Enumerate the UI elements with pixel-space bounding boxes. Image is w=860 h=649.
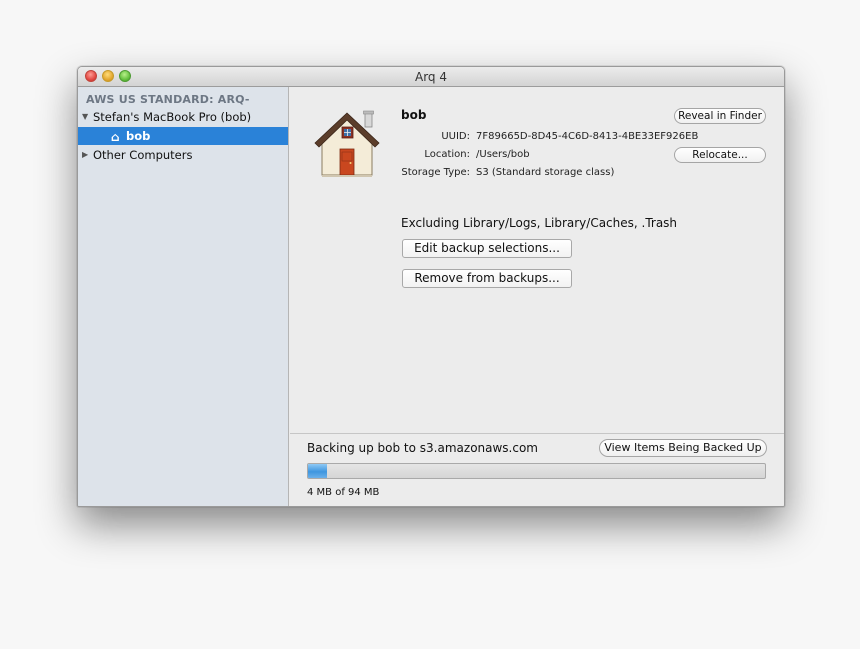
title-bar[interactable]: Arq 4 xyxy=(78,67,784,87)
sidebar: AWS US STANDARD: ARQ- ▼ Stefan's MacBook… xyxy=(78,87,289,506)
storage-type-value: S3 (Standard storage class) xyxy=(476,167,615,178)
sidebar-item-other-label: Other Computers xyxy=(93,148,193,162)
sidebar-header: AWS US STANDARD: ARQ- xyxy=(86,93,250,106)
app-window: Arq 4 AWS US STANDARD: ARQ- ▼ Stefan's M… xyxy=(77,66,785,507)
sidebar-item-computer[interactable]: ▼ Stefan's MacBook Pro (bob) xyxy=(78,108,288,126)
uuid-value: 7F89665D-8D45-4C6D-8413-4BE33EF926EB xyxy=(476,131,699,142)
folder-name: bob xyxy=(401,108,427,122)
storage-type-label: Storage Type: xyxy=(401,167,470,178)
backup-progress-fill xyxy=(308,464,328,478)
uuid-row: UUID: 7F89665D-8D45-4C6D-8413-4BE33EF926… xyxy=(441,131,699,142)
uuid-label: UUID: xyxy=(441,131,470,142)
backup-status-bar: Backing up bob to s3.amazonaws.com View … xyxy=(290,433,784,506)
sidebar-item-other-computers[interactable]: ▶ Other Computers xyxy=(78,146,288,164)
view-items-being-backed-up-button[interactable]: View Items Being Backed Up xyxy=(599,439,767,457)
sidebar-item-computer-label: Stefan's MacBook Pro (bob) xyxy=(93,110,252,124)
relocate-button[interactable]: Relocate... xyxy=(674,147,766,163)
exclusions-text: Excluding Library/Logs, Library/Caches, … xyxy=(401,216,678,230)
disclosure-triangle-collapsed-icon[interactable]: ▶ xyxy=(82,146,88,164)
disclosure-triangle-expanded-icon[interactable]: ▼ xyxy=(82,108,88,126)
house-icon xyxy=(314,110,380,177)
reveal-in-finder-button[interactable]: Reveal in Finder xyxy=(674,108,766,124)
backup-progress-bar xyxy=(307,463,766,479)
backup-status-text: Backing up bob to s3.amazonaws.com xyxy=(307,441,538,455)
detail-pane: bob UUID: 7F89665D-8D45-4C6D-8413-4BE33E… xyxy=(290,87,784,506)
sidebar-item-bob-label: bob xyxy=(126,129,151,143)
backup-progress-size: 4 MB of 94 MB xyxy=(307,487,380,498)
edit-backup-selections-button[interactable]: Edit backup selections... xyxy=(402,239,572,258)
remove-from-backups-button[interactable]: Remove from backups... xyxy=(402,269,572,288)
location-label: Location: xyxy=(424,149,470,160)
sidebar-item-bob[interactable]: ⌂ bob xyxy=(78,127,288,145)
window-title: Arq 4 xyxy=(415,70,447,84)
location-row: Location: /Users/bob xyxy=(424,149,530,160)
location-value: /Users/bob xyxy=(476,149,530,160)
home-icon: ⌂ xyxy=(111,130,120,144)
storage-type-row: Storage Type: S3 (Standard storage class… xyxy=(401,167,615,178)
